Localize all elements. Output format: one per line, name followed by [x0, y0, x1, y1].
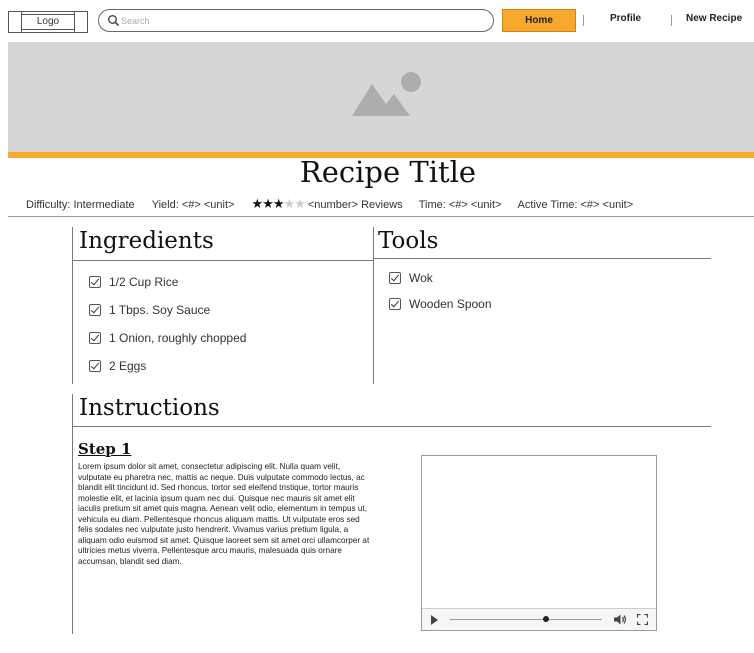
tool-item[interactable]: Wooden Spoon — [389, 297, 492, 311]
video-player[interactable] — [421, 455, 657, 631]
reviews-link[interactable]: <number> Reviews — [308, 199, 403, 211]
tool-label: Wooden Spoon — [409, 297, 492, 311]
ingredient-item[interactable]: 1 Tbps. Soy Sauce — [89, 303, 210, 317]
checkbox-checked[interactable] — [89, 276, 101, 288]
meta-divider — [8, 216, 754, 217]
search-icon — [108, 15, 120, 27]
active-time-text: Active Time: <#> <unit> — [517, 199, 634, 211]
difficulty-text: Difficulty: Intermediate — [26, 199, 135, 211]
video-controls — [422, 608, 656, 630]
volume-icon[interactable] — [613, 613, 627, 626]
star-icon: ★ — [251, 196, 264, 211]
ingredients-heading-rule — [72, 260, 374, 261]
checkbox-checked[interactable] — [89, 304, 101, 316]
nav-divider — [671, 15, 672, 26]
step-title: Step 1 — [78, 440, 132, 458]
star-rating[interactable]: ★★★★★ — [251, 196, 306, 212]
ingredient-item[interactable]: 2 Eggs — [89, 359, 146, 373]
nav-divider — [583, 15, 584, 26]
tools-left-border — [373, 227, 374, 384]
checkbox-checked[interactable] — [89, 332, 101, 344]
yield-text: Yield: <#> <unit> — [151, 199, 235, 211]
nav-new-recipe-link[interactable]: New Recipe — [686, 13, 742, 24]
image-placeholder-icon — [352, 72, 421, 116]
nav-profile-link[interactable]: Profile — [610, 13, 641, 24]
checkbox-checked[interactable] — [89, 360, 101, 372]
fullscreen-icon[interactable] — [637, 614, 648, 625]
instructions-heading: Instructions — [79, 395, 220, 421]
logo[interactable]: Logo — [8, 11, 88, 33]
checkbox-checked[interactable] — [389, 272, 401, 284]
nav-home-button[interactable]: Home — [502, 9, 576, 32]
ingredients-left-border — [72, 227, 73, 384]
star-icon: ★ — [272, 196, 285, 211]
logo-label: Logo — [21, 14, 75, 30]
video-seek-track[interactable] — [450, 619, 602, 620]
tools-heading: Tools — [378, 228, 439, 254]
ingredient-item[interactable]: 1 Onion, roughly chopped — [89, 331, 246, 345]
top-nav: Logo Home Profile New Recipe — [0, 0, 754, 42]
search-input[interactable] — [121, 12, 471, 29]
recipe-meta: Difficulty: Intermediate Yield: <#> <uni… — [26, 196, 633, 212]
time-text: Time: <#> <unit> — [418, 199, 502, 211]
instructions-heading-rule — [72, 426, 711, 427]
recipe-title: Recipe Title — [299, 155, 477, 189]
ingredient-label: 1 Tbps. Soy Sauce — [109, 303, 211, 317]
play-icon[interactable] — [431, 615, 438, 625]
tool-item[interactable]: Wok — [389, 271, 433, 285]
ingredient-label: 2 Eggs — [109, 359, 147, 373]
video-seek-handle[interactable] — [542, 616, 549, 622]
tool-label: Wok — [409, 271, 433, 285]
tools-heading-rule — [373, 258, 711, 259]
star-empty-icon: ★ — [283, 196, 296, 211]
checkbox-checked[interactable] — [389, 298, 401, 310]
ingredient-label: 1 Onion, roughly chopped — [109, 331, 247, 345]
search-bar[interactable] — [98, 9, 494, 32]
instructions-left-border — [72, 394, 73, 634]
star-icon: ★ — [262, 196, 274, 211]
ingredient-item[interactable]: 1/2 Cup Rice — [89, 275, 178, 289]
star-empty-icon: ★ — [294, 196, 306, 211]
ingredient-label: 1/2 Cup Rice — [109, 275, 179, 289]
ingredients-heading: Ingredients — [79, 228, 214, 254]
step-body: Lorem ipsum dolor sit amet, consectetur … — [78, 462, 370, 566]
